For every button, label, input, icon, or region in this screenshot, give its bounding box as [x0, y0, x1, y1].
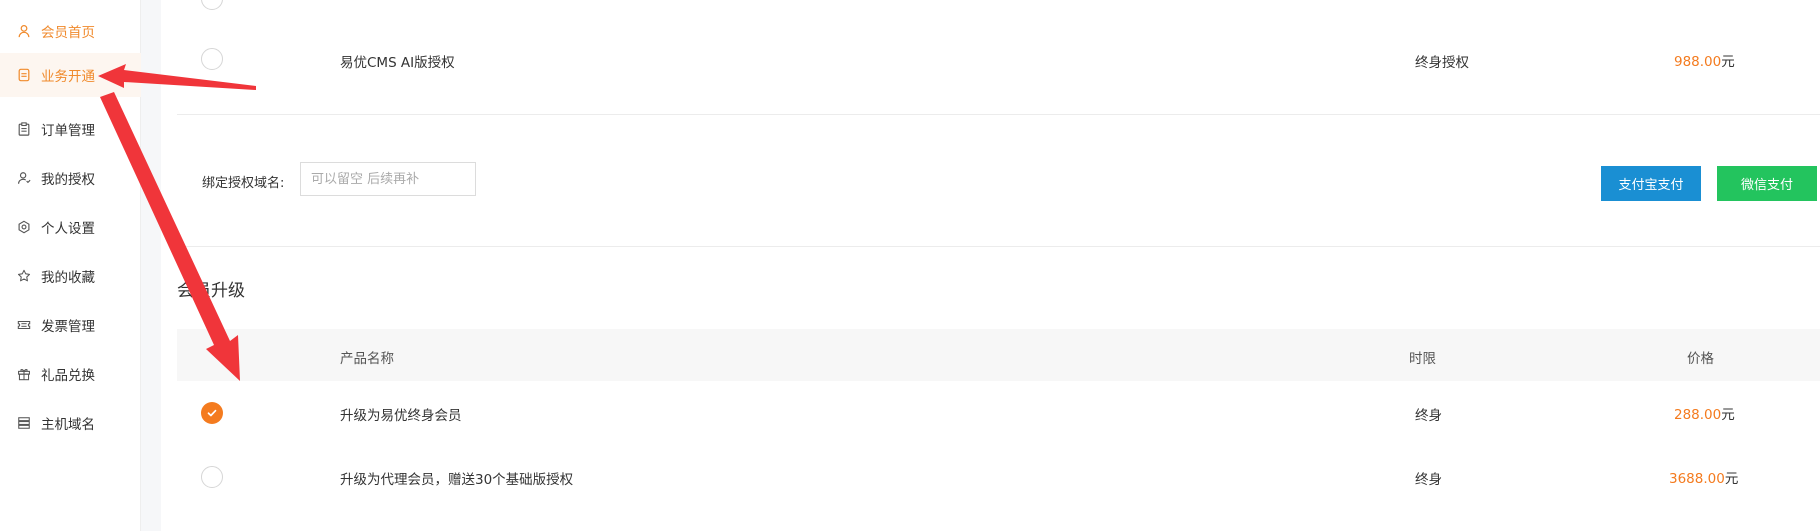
price: 988.00元 — [1674, 50, 1735, 70]
period: 终身授权 — [1415, 55, 1469, 71]
ticket-icon — [16, 317, 32, 333]
price-unit: 元 — [1721, 407, 1735, 423]
domain-label: 绑定授权域名: — [202, 176, 285, 191]
header-price: 价格 — [1687, 351, 1714, 367]
server-icon — [16, 415, 32, 431]
sidebar: 会员首页 业务开通 订单管理 我的授权 个人设置 我的收藏 发票管理 礼品兑换 … — [0, 0, 141, 531]
upgrade-radio-checked[interactable] — [201, 402, 223, 424]
price-unit: 元 — [1721, 54, 1735, 70]
sidebar-item-settings[interactable]: 个人设置 — [0, 205, 141, 249]
page-gutter — [141, 0, 161, 531]
header-period: 时限 — [1409, 351, 1436, 367]
license-radio[interactable] — [201, 48, 223, 70]
section-title: 会员升级 — [177, 281, 245, 301]
price: 3688.00元 — [1669, 467, 1738, 487]
license-radio-partial[interactable] — [201, 0, 223, 10]
sidebar-item-hosting[interactable]: 主机域名 — [0, 401, 141, 445]
price-value: 988.00 — [1674, 54, 1722, 70]
star-icon — [16, 268, 32, 284]
sidebar-item-label: 业务开通 — [41, 69, 95, 85]
table-row[interactable]: 升级为代理会员，赠送30个基础版授权 终身 3688.00元 — [177, 445, 1820, 509]
clipboard-icon — [16, 121, 32, 137]
sidebar-item-business[interactable]: 业务开通 — [0, 53, 141, 97]
divider — [177, 114, 1820, 115]
sidebar-item-label: 主机域名 — [41, 417, 95, 433]
product-name: 易优CMS AI版授权 — [340, 55, 455, 71]
price-unit: 元 — [1724, 471, 1739, 487]
price: 288.00元 — [1674, 403, 1735, 423]
price-value: 3688.00 — [1669, 471, 1725, 487]
table-row[interactable]: 升级为易优终身会员 终身 288.00元 — [177, 381, 1820, 445]
user-key-icon — [16, 170, 32, 186]
gift-icon — [16, 366, 32, 382]
header-name: 产品名称 — [340, 351, 394, 367]
sidebar-item-label: 个人设置 — [41, 221, 95, 237]
user-icon — [16, 23, 32, 39]
sidebar-item-label: 我的收藏 — [41, 270, 95, 286]
sidebar-item-label: 会员首页 — [41, 25, 95, 41]
sidebar-item-member-home[interactable]: 会员首页 — [0, 9, 141, 53]
period: 终身 — [1415, 408, 1442, 424]
sidebar-item-label: 订单管理 — [41, 123, 95, 139]
divider — [177, 246, 1820, 247]
main-content: 易优CMS AI版授权 终身授权 988.00元 绑定授权域名: 支付宝支付 微… — [161, 0, 1820, 531]
sidebar-item-orders[interactable]: 订单管理 — [0, 107, 141, 151]
wechat-pay-button[interactable]: 微信支付 — [1717, 166, 1817, 201]
price-value: 288.00 — [1674, 407, 1722, 423]
table-header: 产品名称 时限 价格 — [177, 329, 1820, 381]
upgrade-radio[interactable] — [201, 466, 223, 488]
document-icon — [16, 67, 32, 83]
sidebar-item-gifts[interactable]: 礼品兑换 — [0, 352, 141, 396]
settings-icon — [16, 219, 32, 235]
product-name: 升级为代理会员，赠送30个基础版授权 — [340, 472, 574, 488]
product-name: 升级为易优终身会员 — [340, 408, 462, 424]
period: 终身 — [1415, 472, 1442, 488]
alipay-button[interactable]: 支付宝支付 — [1601, 166, 1701, 201]
sidebar-item-authorization[interactable]: 我的授权 — [0, 156, 141, 200]
sidebar-item-invoices[interactable]: 发票管理 — [0, 303, 141, 347]
sidebar-item-favorites[interactable]: 我的收藏 — [0, 254, 141, 298]
sidebar-item-label: 礼品兑换 — [41, 368, 95, 384]
table-row[interactable]: 易优CMS AI版授权 终身授权 988.00元 — [177, 28, 1820, 92]
sidebar-item-label: 发票管理 — [41, 319, 95, 335]
sidebar-item-label: 我的授权 — [41, 172, 95, 188]
check-icon — [207, 409, 217, 417]
domain-input[interactable] — [300, 162, 476, 196]
